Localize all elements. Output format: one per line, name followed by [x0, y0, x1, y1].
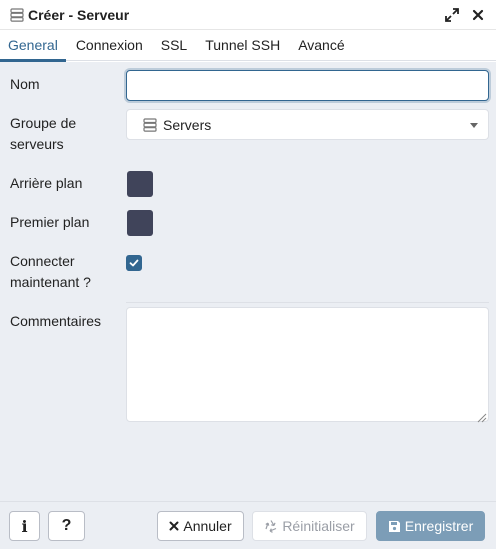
name-field[interactable]	[126, 70, 489, 101]
cancel-label: Annuler	[183, 518, 232, 534]
server-group-label-line1: Groupe de	[10, 115, 77, 131]
section-divider	[126, 302, 489, 303]
expand-icon[interactable]	[444, 7, 460, 23]
save-label: Enregistrer	[404, 518, 474, 534]
help-icon: ?	[61, 517, 72, 534]
server-group-icon	[143, 117, 157, 132]
dialog-title: Créer - Serveur	[28, 6, 130, 23]
name-label: Nom	[10, 76, 40, 92]
tab-tunnel-ssh[interactable]: Tunnel SSH	[197, 30, 288, 61]
background-label: Arrière plan	[10, 175, 83, 191]
server-icon	[10, 7, 24, 22]
cancel-button[interactable]: Annuler	[157, 511, 244, 541]
close-icon	[169, 521, 179, 531]
floppy-disk-icon	[388, 520, 401, 533]
comments-label: Commentaires	[10, 313, 102, 329]
tab-bar: General Connexion SSL Tunnel SSH Avancé	[0, 30, 496, 62]
server-group-value: Servers	[163, 116, 212, 133]
tab-general[interactable]: General	[0, 30, 66, 62]
chevron-down-icon[interactable]	[470, 123, 478, 128]
server-group-select[interactable]: Servers	[126, 109, 489, 140]
tab-ssl[interactable]: SSL	[153, 30, 195, 61]
info-icon: i	[21, 516, 28, 536]
background-color-picker[interactable]	[127, 171, 153, 197]
tab-connexion[interactable]: Connexion	[68, 30, 151, 61]
close-icon[interactable]	[470, 7, 486, 23]
connect-now-label-line2: maintenant ?	[10, 274, 91, 290]
tab-avance[interactable]: Avancé	[290, 30, 352, 61]
dialog-footer: i ? Annuler Réinitialiser Enregistrer	[0, 501, 496, 549]
save-button[interactable]: Enregistrer	[376, 511, 485, 541]
help-button[interactable]: ?	[48, 511, 85, 541]
form-panel: Nom Groupe de serveurs Servers Arrière p…	[0, 62, 496, 501]
comments-field[interactable]	[126, 307, 489, 422]
foreground-color-picker[interactable]	[127, 210, 153, 236]
foreground-label: Premier plan	[10, 214, 90, 230]
recycle-icon	[264, 519, 278, 533]
check-icon	[129, 258, 139, 268]
connect-now-label-line1: Connecter	[10, 253, 75, 269]
info-button[interactable]: i	[9, 511, 40, 541]
connect-now-checkbox[interactable]	[126, 255, 142, 271]
dialog-titlebar: Créer - Serveur	[0, 0, 496, 30]
resize-grip-icon[interactable]	[477, 410, 487, 423]
reset-label: Réinitialiser	[282, 518, 355, 534]
server-group-label-line2: serveurs	[10, 136, 64, 152]
reset-button[interactable]: Réinitialiser	[252, 511, 367, 541]
